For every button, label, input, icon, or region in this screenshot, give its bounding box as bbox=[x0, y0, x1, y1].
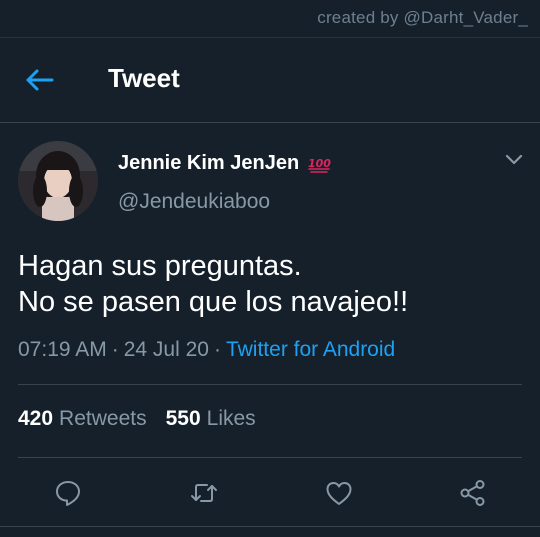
reply-button[interactable] bbox=[53, 478, 83, 508]
author-name[interactable]: Jennie Kim JenJen bbox=[118, 152, 299, 175]
avatar[interactable] bbox=[18, 141, 98, 221]
likes-label: Likes bbox=[206, 407, 256, 430]
bottom-divider bbox=[0, 526, 540, 527]
tweet-meta: 07:19 AM · 24 Jul 20 · Twitter for Android bbox=[18, 338, 395, 362]
tweet-text: Hagan sus preguntas. No se pasen que los… bbox=[18, 248, 408, 320]
page-title: Tweet bbox=[108, 63, 180, 93]
author-handle[interactable]: @Jendeukiaboo bbox=[118, 190, 270, 214]
svg-text:100: 100 bbox=[308, 157, 331, 170]
action-bar bbox=[0, 472, 540, 512]
tweet-stats: 420 Retweets 550 Likes bbox=[18, 407, 256, 431]
back-button[interactable] bbox=[24, 66, 56, 94]
arrow-left-icon bbox=[26, 69, 54, 91]
watermark: created by @Darht_Vader_ bbox=[317, 8, 528, 27]
share-icon bbox=[460, 480, 485, 506]
like-button[interactable] bbox=[324, 478, 354, 508]
tweet-date: 24 Jul 20 bbox=[123, 338, 209, 361]
retweets-stat[interactable]: 420 Retweets bbox=[18, 407, 147, 430]
likes-count: 550 bbox=[165, 407, 201, 430]
header-divider bbox=[0, 122, 540, 123]
tweet-text-line: Hagan sus preguntas. bbox=[18, 250, 302, 282]
reply-icon bbox=[56, 481, 80, 506]
retweets-count: 420 bbox=[18, 407, 54, 430]
heart-icon bbox=[326, 482, 352, 505]
tweet-text-line: No se pasen que los navajeo!! bbox=[18, 286, 409, 318]
likes-stat[interactable]: 550 Likes bbox=[166, 407, 256, 430]
retweet-icon bbox=[191, 484, 217, 502]
meta-divider bbox=[18, 384, 522, 385]
retweets-label: Retweets bbox=[59, 407, 147, 430]
stats-divider bbox=[18, 457, 522, 458]
chevron-down-icon bbox=[505, 154, 523, 165]
header: Tweet bbox=[0, 38, 540, 122]
author-name-row[interactable]: Jennie Kim JenJen 100 bbox=[118, 152, 331, 175]
hundred-points-icon: 100 bbox=[308, 157, 331, 173]
meta-separator: · bbox=[111, 338, 119, 361]
more-options-button[interactable] bbox=[503, 152, 525, 168]
share-button[interactable] bbox=[458, 478, 488, 508]
retweet-button[interactable] bbox=[189, 478, 219, 508]
tweet-time: 07:19 AM bbox=[18, 338, 107, 361]
meta-separator: · bbox=[213, 338, 221, 361]
tweet-source-link[interactable]: Twitter for Android bbox=[226, 338, 395, 361]
